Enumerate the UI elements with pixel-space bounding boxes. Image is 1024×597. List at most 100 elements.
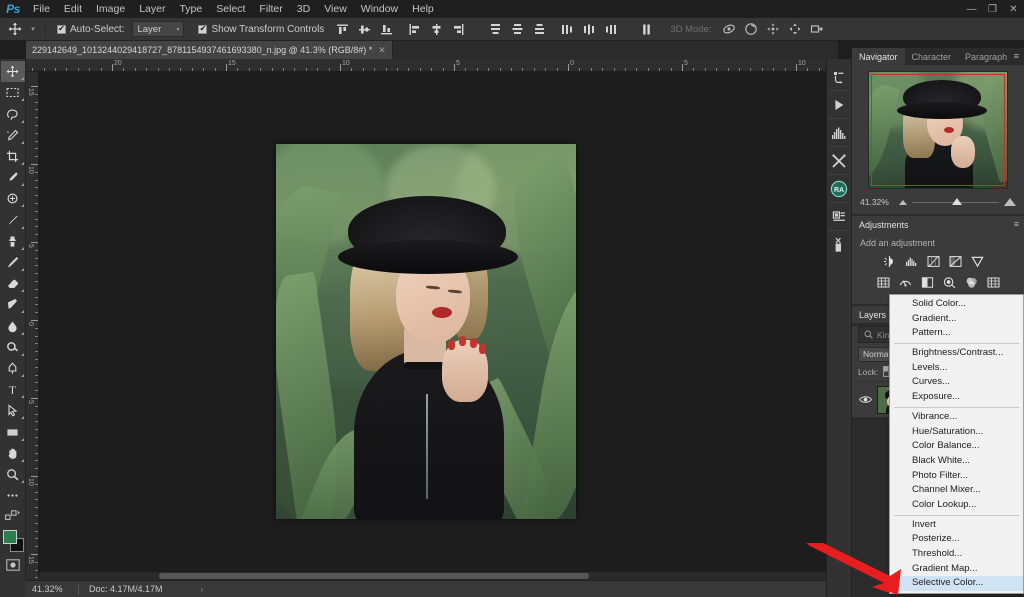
menu-3d[interactable]: 3D: [290, 0, 317, 18]
distribute-left-edges-icon[interactable]: [558, 20, 577, 39]
clone-stamp-tool[interactable]: [1, 231, 25, 252]
move-tool[interactable]: [0, 61, 25, 83]
horizontal-scrollbar[interactable]: [39, 572, 838, 580]
auto-select-checkbox[interactable]: ✔ Auto-Select:: [57, 24, 124, 35]
navigator-zoom-slider[interactable]: [912, 197, 999, 205]
edit-toolbar-button[interactable]: [1, 485, 25, 506]
navigator-thumbnail[interactable]: [868, 71, 1008, 189]
menu-edit[interactable]: Edit: [57, 0, 89, 18]
menu-select[interactable]: Select: [209, 0, 252, 18]
context-menu-item[interactable]: Curves...: [890, 375, 1023, 390]
context-menu-item[interactable]: Gradient...: [890, 312, 1023, 327]
histogram-panel-icon[interactable]: [827, 119, 851, 146]
context-menu-item[interactable]: Channel Mixer...: [890, 483, 1023, 498]
pen-tool[interactable]: [1, 358, 25, 379]
adjustments-panel-menu-icon[interactable]: ≡: [1014, 220, 1019, 229]
tab-adjustments[interactable]: Adjustments: [852, 216, 916, 233]
distribute-bottom-edges-icon[interactable]: [530, 20, 549, 39]
canvas-area[interactable]: [39, 72, 838, 580]
dodge-tool[interactable]: [1, 337, 25, 358]
image-artboard[interactable]: [276, 144, 576, 519]
hand-tool[interactable]: [1, 443, 25, 464]
brightness-contrast-icon[interactable]: [882, 254, 897, 268]
menu-filter[interactable]: Filter: [252, 0, 289, 18]
context-menu-item[interactable]: Vibrance...: [890, 410, 1023, 425]
hue-saturation-icon[interactable]: [876, 275, 891, 289]
brush-tool[interactable]: [1, 209, 25, 230]
distribute-top-edges-icon[interactable]: [486, 20, 505, 39]
menu-image[interactable]: Image: [89, 0, 132, 18]
context-menu-item[interactable]: Pattern...: [890, 326, 1023, 341]
context-menu-item[interactable]: Levels...: [890, 361, 1023, 376]
color-lookup-icon[interactable]: [986, 275, 1001, 289]
spot-healing-brush-tool[interactable]: [1, 188, 25, 209]
tool-preset-chevron-down-icon[interactable]: ▾: [26, 25, 40, 33]
context-menu-item[interactable]: Exposure...: [890, 390, 1023, 405]
color-balance-icon[interactable]: [898, 275, 913, 289]
context-menu-item[interactable]: Solid Color...: [890, 297, 1023, 312]
tool-presets-panel-icon[interactable]: [827, 231, 851, 258]
menu-window[interactable]: Window: [354, 0, 405, 18]
show-transform-controls-checkbox[interactable]: ✔ Show Transform Controls: [198, 24, 324, 35]
gradient-tool[interactable]: [1, 294, 25, 315]
navigator-panel-menu-icon[interactable]: ≡: [1014, 52, 1019, 61]
menu-view[interactable]: View: [317, 0, 354, 18]
context-menu-item[interactable]: Black White...: [890, 454, 1023, 469]
minimize-button[interactable]: —: [961, 0, 982, 18]
auto-align-layers-icon[interactable]: [637, 20, 656, 39]
horizontal-ruler[interactable]: 20 15 10 5 0 5 10: [26, 59, 838, 72]
tab-character[interactable]: Character: [905, 48, 959, 65]
context-menu-item[interactable]: Brightness/Contrast...: [890, 346, 1023, 361]
rectangle-tool[interactable]: [1, 421, 25, 442]
menu-layer[interactable]: Layer: [132, 0, 172, 18]
align-vertical-centers-icon[interactable]: [355, 20, 374, 39]
status-chevron-right-icon[interactable]: ›: [201, 585, 204, 594]
threed-scale-icon[interactable]: [808, 20, 827, 39]
vertical-ruler[interactable]: 15 10 5 0 5 10 15: [26, 72, 39, 580]
lasso-tool[interactable]: [1, 103, 25, 124]
align-left-edges-icon[interactable]: [405, 20, 424, 39]
channel-mixer-icon[interactable]: [964, 275, 979, 289]
context-menu-item[interactable]: Photo Filter...: [890, 469, 1023, 484]
foreground-color-swatch[interactable]: [2, 530, 17, 545]
restore-button[interactable]: ❐: [982, 0, 1003, 18]
zoom-tool[interactable]: [1, 464, 25, 485]
status-zoom-level[interactable]: 41.32%: [32, 584, 78, 594]
lightroom-photos-icon[interactable]: RA: [827, 175, 851, 202]
threed-orbit-icon[interactable]: [720, 20, 739, 39]
levels-icon[interactable]: [904, 254, 919, 268]
close-button[interactable]: ✕: [1003, 0, 1024, 18]
eyedropper-tool[interactable]: [1, 167, 25, 188]
navigator-zoom-value[interactable]: 41.32%: [860, 197, 894, 207]
path-selection-tool[interactable]: [1, 400, 25, 421]
distribute-horizontal-centers-icon[interactable]: [580, 20, 599, 39]
properties-panel-icon[interactable]: [827, 203, 851, 230]
history-panel-icon[interactable]: [827, 63, 851, 90]
horizontal-type-tool[interactable]: T: [1, 379, 25, 400]
tab-paragraph[interactable]: Paragraph: [958, 48, 1014, 65]
history-brush-tool[interactable]: [1, 252, 25, 273]
brush-settings-panel-icon[interactable]: [827, 147, 851, 174]
auto-select-scope-dropdown[interactable]: Layer ▾: [132, 21, 185, 37]
curves-icon[interactable]: [926, 254, 941, 268]
close-icon[interactable]: ✕: [378, 45, 386, 56]
threed-roll-icon[interactable]: [742, 20, 761, 39]
menu-file[interactable]: File: [26, 0, 57, 18]
rectangular-marquee-tool[interactable]: [1, 82, 25, 103]
crop-tool[interactable]: [1, 146, 25, 167]
zoom-slider-thumb[interactable]: [952, 197, 963, 205]
color-swatches[interactable]: [1, 529, 25, 554]
vibrance-icon[interactable]: [970, 254, 985, 268]
context-menu-item[interactable]: Color Lookup...: [890, 498, 1023, 513]
eraser-tool[interactable]: [1, 273, 25, 294]
navigator-view-rect[interactable]: [871, 74, 1005, 186]
photo-filter-icon[interactable]: [942, 275, 957, 289]
context-menu-item[interactable]: Invert: [890, 518, 1023, 533]
menu-help[interactable]: Help: [405, 0, 441, 18]
align-bottom-edges-icon[interactable]: [377, 20, 396, 39]
blur-tool[interactable]: [1, 315, 25, 336]
quick-selection-tool[interactable]: [1, 125, 25, 146]
default-colors-swap-icon[interactable]: [1, 506, 25, 527]
zoom-in-icon[interactable]: [1004, 198, 1016, 206]
context-menu-item[interactable]: Color Balance...: [890, 439, 1023, 454]
